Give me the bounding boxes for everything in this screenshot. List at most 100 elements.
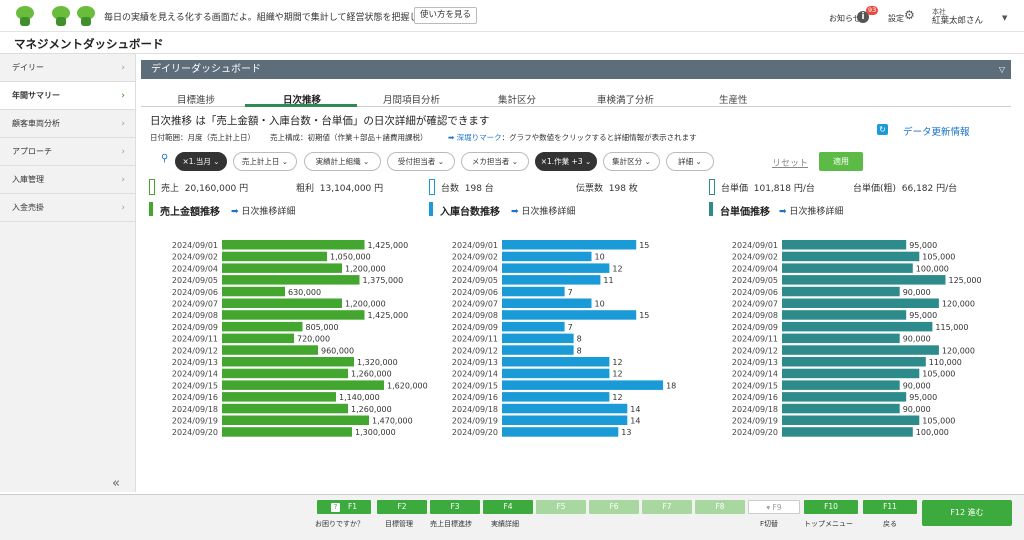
bar[interactable] [222, 298, 342, 309]
f3-key[interactable]: F3 [430, 500, 480, 514]
bar[interactable] [502, 275, 601, 285]
f4-key[interactable]: F4 [483, 500, 533, 514]
bar[interactable] [222, 345, 318, 355]
bar[interactable] [502, 286, 565, 297]
tab-aggregation-category[interactable]: 集計区分 [498, 92, 536, 106]
unit-price-bar-chart[interactable]: 2024/09/01 95,000 2024/09/02 105,000 2024/09… [710, 236, 990, 446]
tab-target-progress[interactable]: 目標進捗 [177, 92, 215, 106]
f12-next-button[interactable]: F12 進む [922, 500, 1012, 526]
refresh-icon[interactable]: ↻ [877, 124, 888, 135]
bar[interactable] [502, 321, 565, 332]
bar[interactable] [782, 380, 900, 390]
bar[interactable] [502, 368, 610, 379]
bar[interactable] [222, 275, 360, 285]
bar[interactable] [502, 263, 610, 273]
filter-chip-detail[interactable]: 詳細 ⌄ [666, 152, 714, 171]
bar[interactable] [782, 263, 913, 273]
bar[interactable] [502, 310, 637, 320]
bar[interactable] [222, 415, 369, 426]
bar[interactable] [222, 251, 327, 262]
bar[interactable] [502, 392, 610, 402]
bar[interactable] [782, 345, 939, 355]
filter-chip-work[interactable]: ×1.作業 +3 ⌄ [535, 152, 597, 171]
bar[interactable] [782, 321, 933, 332]
bar[interactable] [782, 357, 926, 367]
bar[interactable] [222, 403, 348, 414]
bar[interactable] [222, 427, 352, 437]
bar[interactable] [782, 427, 913, 437]
sidebar-item-approach[interactable]: アプローチ › [0, 138, 135, 166]
filter-chip-sales-date[interactable]: 売上計上日 ⌄ [233, 152, 297, 171]
sidebar-item-payment[interactable]: 入金売掛 › [0, 194, 135, 222]
data-label: 100,000 [916, 428, 949, 437]
settings-link[interactable]: 設定 [888, 13, 904, 24]
bar[interactable] [782, 240, 907, 250]
how-to-button[interactable]: 使い方を見る [414, 7, 478, 24]
bar[interactable] [502, 298, 592, 309]
tab-inspection-expiry[interactable]: 車検満了分析 [597, 92, 654, 106]
units-detail-link[interactable]: ➡ 日次推移詳細 [511, 204, 575, 217]
bar[interactable] [222, 392, 336, 402]
sidebar-item-daily[interactable]: デイリー › [0, 54, 135, 82]
chevron-down-icon[interactable]: ▼ [1002, 14, 1007, 22]
reset-link[interactable]: リセット [772, 156, 808, 169]
user-menu[interactable]: 本社 紅葉太郎さん [932, 8, 983, 26]
f2-key[interactable]: F2 [377, 500, 427, 514]
filter-chip-receptionist[interactable]: 受付担当者 ⌄ [387, 152, 455, 171]
panel-toggle-icon[interactable]: ▽ [999, 60, 1005, 79]
f1-key[interactable]: ? F1 [317, 500, 371, 514]
bar[interactable] [502, 403, 628, 414]
bar[interactable] [782, 415, 920, 426]
sidebar-item-customer-vehicle[interactable]: 顧客車両分析 › [0, 110, 135, 138]
search-icon[interactable]: ⚲ [161, 153, 168, 164]
bar[interactable] [782, 275, 946, 285]
bar[interactable] [782, 403, 900, 414]
units-bar-chart[interactable]: 2024/09/01 15 2024/09/02 10 2024/09/04 12 2024… [430, 236, 710, 446]
bar[interactable] [502, 427, 619, 437]
bar[interactable] [222, 333, 294, 344]
f9-key[interactable]: ▾ F9 [748, 500, 800, 514]
sidebar-item-annual-summary[interactable]: 年間サマリー › [0, 82, 135, 110]
bar[interactable] [782, 368, 920, 379]
bar[interactable] [502, 240, 637, 250]
data-update-info-link[interactable]: データ更新情報 [903, 124, 970, 138]
filter-chip-category[interactable]: 集計区分 ⌄ [603, 152, 660, 171]
notice-link[interactable]: お知らせ [829, 13, 861, 24]
unit-price-detail-link[interactable]: ➡ 日次推移詳細 [779, 204, 843, 217]
bar[interactable] [502, 380, 664, 390]
filter-chip-period[interactable]: ×1.当月 ⌄ [175, 152, 227, 171]
bar[interactable] [502, 357, 610, 367]
apply-button[interactable]: 適用 [819, 152, 863, 171]
bar[interactable] [782, 286, 900, 297]
tab-productivity[interactable]: 生産性 [719, 92, 748, 106]
bar[interactable] [782, 392, 907, 402]
filter-chip-organization[interactable]: 実績計上組織 ⌄ [304, 152, 381, 171]
bar[interactable] [222, 240, 365, 250]
gear-icon[interactable]: ⚙ [904, 9, 915, 21]
help-icon: ? [330, 502, 340, 512]
collapse-sidebar-icon[interactable]: « [112, 476, 120, 491]
bar[interactable] [502, 345, 574, 355]
sidebar-item-intake[interactable]: 入庫管理 › [0, 166, 135, 194]
tab-monthly-item-analysis[interactable]: 月間項目分析 [383, 92, 440, 106]
bar[interactable] [502, 415, 628, 426]
bar[interactable] [222, 368, 348, 379]
f10-key[interactable]: F10 [804, 500, 858, 514]
bar[interactable] [222, 310, 365, 320]
bar[interactable] [502, 251, 592, 262]
bar[interactable] [222, 357, 354, 367]
bar[interactable] [782, 333, 900, 344]
sales-bar-chart[interactable]: 2024/09/01 1,425,000 2024/09/02 1,050,000 20… [150, 236, 430, 446]
bar[interactable] [222, 321, 303, 332]
bar[interactable] [222, 380, 384, 390]
filter-chip-mechanic[interactable]: メカ担当者 ⌄ [461, 152, 529, 171]
bar[interactable] [782, 310, 907, 320]
chevron-right-icon: › [121, 91, 125, 101]
bar[interactable] [782, 251, 920, 262]
bar[interactable] [502, 333, 574, 344]
sales-detail-link[interactable]: ➡ 日次推移詳細 [231, 204, 295, 217]
bar[interactable] [222, 263, 342, 273]
bar[interactable] [222, 286, 285, 297]
f11-key[interactable]: F11 [863, 500, 917, 514]
bar[interactable] [782, 298, 939, 309]
